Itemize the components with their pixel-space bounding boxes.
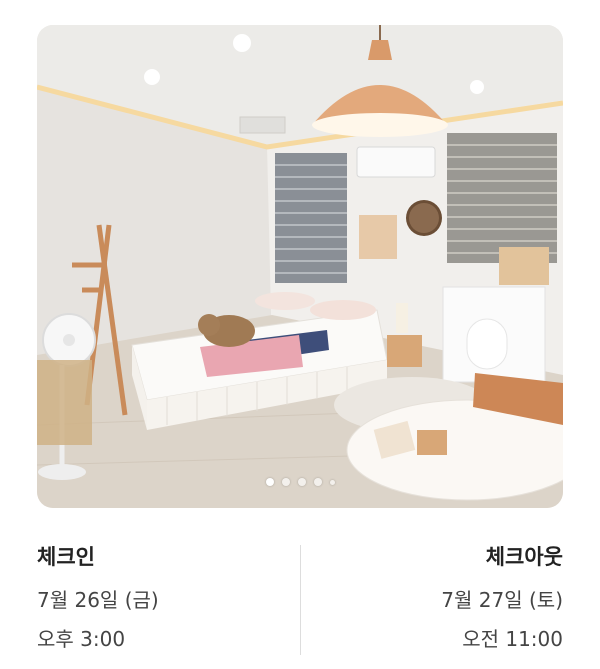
listing-card: 체크인 7월 26일 (금) 오후 3:00 체크아웃 7월 27일 (토) 오… — [0, 0, 600, 669]
checkin-time: 오후 3:00 — [37, 627, 126, 651]
carousel-dot[interactable] — [265, 478, 274, 486]
checkout-block: 체크아웃 7월 27일 (토) 오전 11:00 — [333, 530, 563, 656]
checkin-block: 체크인 7월 26일 (금) 오후 3:00 — [37, 530, 267, 656]
room-image — [37, 25, 563, 508]
listing-photo[interactable] — [37, 25, 563, 508]
checkout-time: 오전 11:00 — [462, 627, 563, 651]
carousel-dot[interactable] — [329, 479, 335, 485]
checkout-date: 7월 27일 (토) — [441, 588, 563, 612]
checkin-label: 체크인 — [37, 545, 95, 569]
checkin-checkout-section: 체크인 7월 26일 (금) 오후 3:00 체크아웃 7월 27일 (토) 오… — [0, 530, 600, 669]
carousel-dot[interactable] — [313, 478, 322, 486]
checkout-label: 체크아웃 — [485, 545, 563, 569]
carousel-dot[interactable] — [297, 478, 306, 486]
carousel-indicators[interactable] — [37, 478, 563, 486]
divider — [300, 545, 301, 655]
checkin-date: 7월 26일 (금) — [37, 588, 159, 612]
carousel-dot[interactable] — [281, 478, 290, 486]
